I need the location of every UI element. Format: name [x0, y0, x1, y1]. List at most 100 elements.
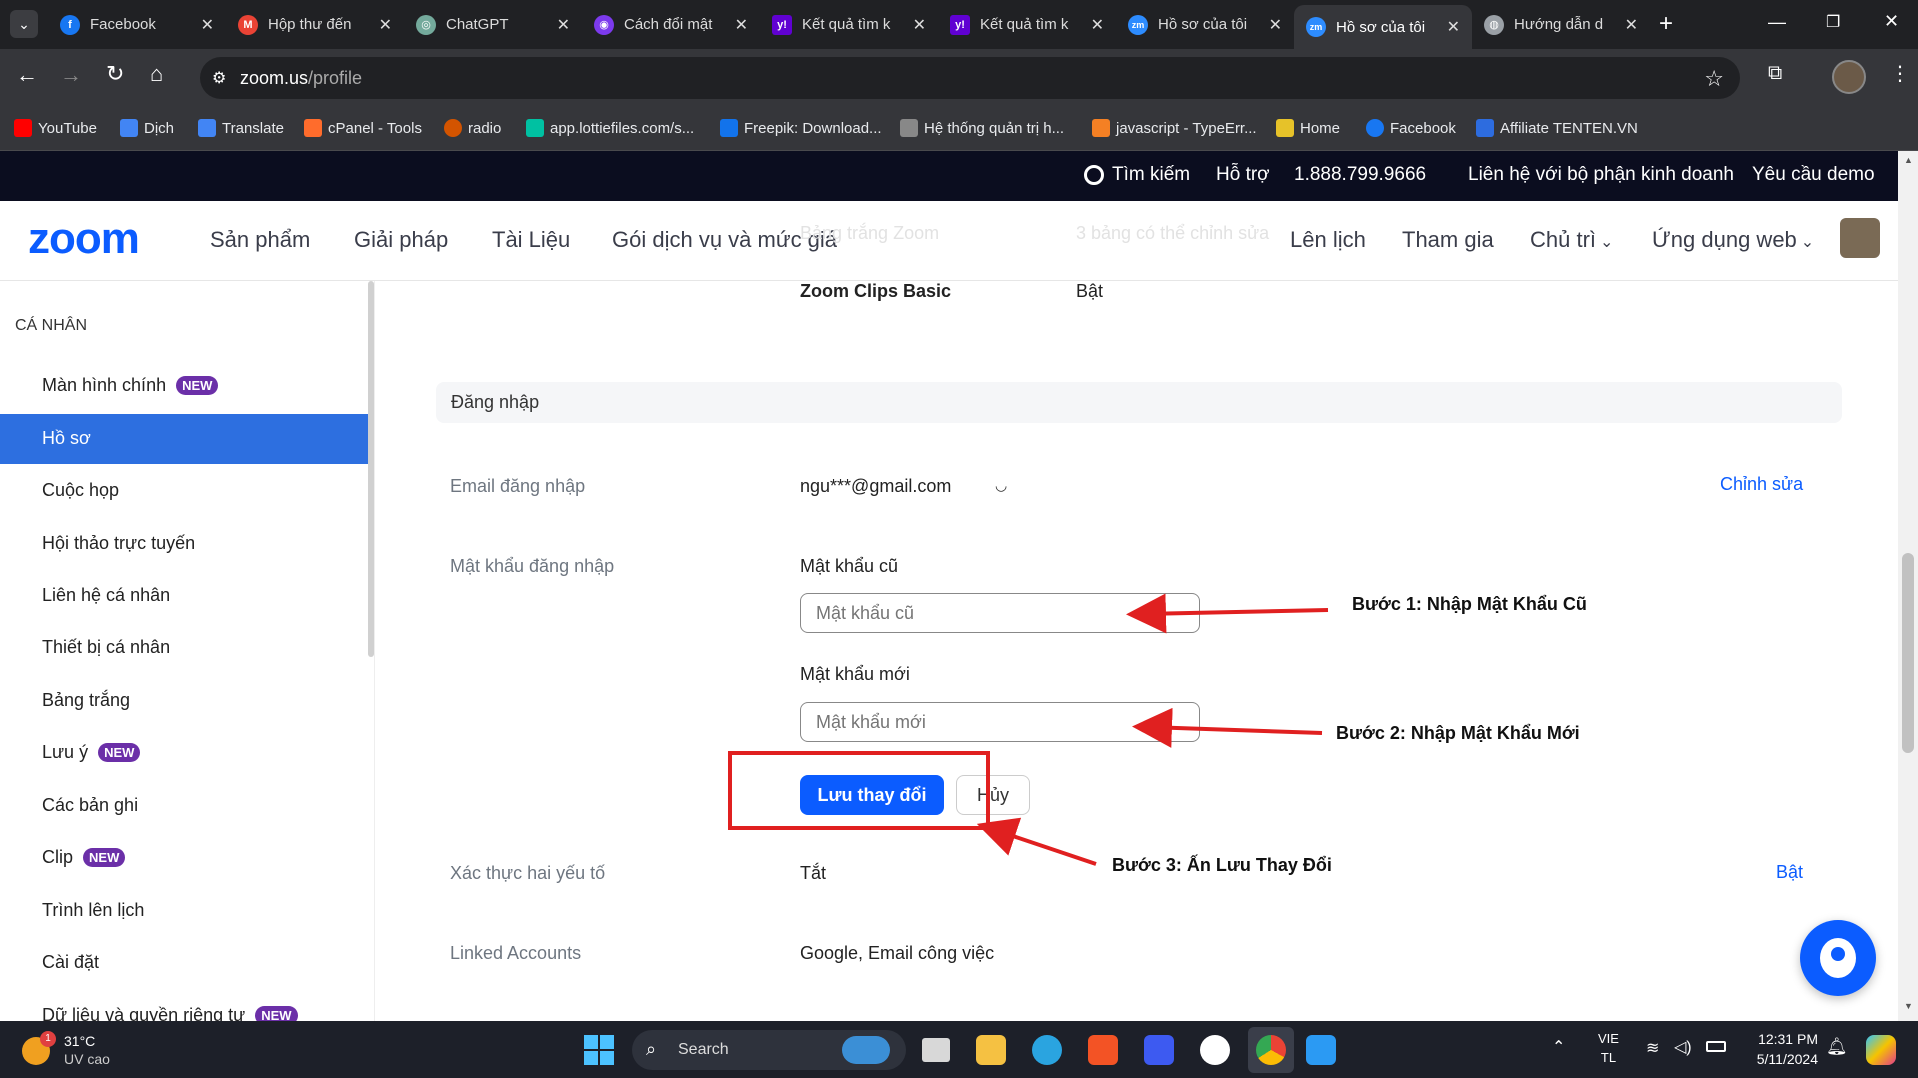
site-info-icon[interactable]: ⚙ [212, 68, 226, 88]
browser-tab[interactable]: M Hộp thư đến ✕ [226, 6, 404, 43]
wifi-icon[interactable]: ≋ [1646, 1038, 1659, 1058]
tab-close-icon[interactable]: ✕ [1447, 17, 1460, 37]
address-bar[interactable]: ⚙ zoom.us/profile ☆ [200, 57, 1740, 99]
edit-email-link[interactable]: Chỉnh sửa [1720, 474, 1803, 495]
eye-hidden-icon[interactable]: ◡ [995, 477, 1007, 494]
home-icon[interactable]: ⌂ [150, 61, 163, 87]
bookmark-item[interactable]: Home [1276, 119, 1340, 137]
bookmark-item[interactable]: radio [444, 119, 501, 137]
chat-support-button[interactable] [1800, 920, 1876, 996]
top-search-link[interactable]: Tìm kiếm [1084, 164, 1190, 186]
bookmark-star-icon[interactable]: ☆ [1704, 66, 1724, 92]
page-scrollbar[interactable]: ▲ ▼ [1898, 151, 1918, 1021]
sidebar-item-home[interactable]: Màn hình chính NEW [42, 375, 219, 396]
tab-close-icon[interactable]: ✕ [1091, 15, 1104, 35]
copilot-icon[interactable] [1866, 1035, 1896, 1065]
taskbar-search[interactable]: ⌕ Search [632, 1030, 906, 1070]
new-tab-button[interactable]: + [1652, 10, 1680, 38]
close-window-icon[interactable]: ✕ [1884, 11, 1899, 32]
android-studio-icon[interactable] [1200, 1035, 1230, 1065]
cancel-button[interactable]: Hủy [956, 775, 1030, 815]
browser-tab[interactable]: y! Kết quả tìm k ✕ [760, 6, 938, 43]
edge-icon[interactable] [1032, 1035, 1062, 1065]
browser-tab-active[interactable]: zm Hồ sơ của tôi ✕ [1294, 5, 1472, 49]
nav-solutions[interactable]: Giải pháp [354, 227, 448, 253]
sidebar-scrollbar[interactable] [368, 281, 374, 657]
contact-sales-link[interactable]: Liên hệ với bộ phận kinh doanh [1468, 164, 1734, 186]
sidebar-item-whiteboard[interactable]: Bảng trắng [42, 690, 130, 711]
tab-close-icon[interactable]: ✕ [379, 15, 392, 35]
phone-link[interactable]: 1.888.799.9666 [1294, 164, 1426, 186]
microsoft-store-icon[interactable] [1088, 1035, 1118, 1065]
chrome-icon-active[interactable] [1248, 1027, 1294, 1073]
bookmark-item[interactable]: Affiliate TENTEN.VN [1476, 119, 1638, 137]
file-explorer-icon[interactable] [976, 1035, 1006, 1065]
bookmark-item[interactable]: cPanel - Tools [304, 119, 422, 137]
browser-tab[interactable]: ◉ Cách đổi mật ✕ [582, 6, 760, 43]
nav-host[interactable]: Chủ trì ⌄ [1530, 227, 1613, 253]
volume-icon[interactable]: ◁) [1674, 1037, 1692, 1057]
show-hidden-icons[interactable]: ⌃ [1552, 1037, 1565, 1057]
task-view-icon[interactable] [922, 1038, 950, 1062]
old-password-input[interactable] [800, 593, 1200, 633]
zoom-logo[interactable]: zoom [28, 214, 140, 264]
sidebar-item-meetings[interactable]: Cuộc họp [42, 480, 119, 501]
bookmark-item[interactable]: YouTube [14, 119, 97, 137]
sidebar-item-clips[interactable]: Clip NEW [42, 847, 126, 868]
nav-schedule[interactable]: Lên lịch [1290, 227, 1366, 253]
browser-tab[interactable]: ◎ ChatGPT ✕ [404, 6, 582, 43]
start-button[interactable] [584, 1035, 614, 1065]
sidebar-item-recordings[interactable]: Các bản ghi [42, 795, 138, 816]
tab-close-icon[interactable]: ✕ [557, 15, 570, 35]
tab-close-icon[interactable]: ✕ [201, 15, 214, 35]
clock[interactable]: 12:31 PM 5/11/2024 [1746, 1029, 1818, 1069]
code-editor-icon[interactable] [1144, 1035, 1174, 1065]
menu-icon[interactable]: ⋮ [1890, 61, 1910, 86]
sidebar-item-scheduler[interactable]: Trình lên lịch [42, 900, 144, 921]
tab-close-icon[interactable]: ✕ [1625, 15, 1638, 35]
request-demo-link[interactable]: Yêu cầu demo [1752, 164, 1875, 186]
restore-icon[interactable]: ❐ [1826, 12, 1840, 32]
battery-icon[interactable] [1706, 1041, 1726, 1052]
weather-widget[interactable]: 1 31°C UV cao [22, 1031, 152, 1071]
nav-products[interactable]: Sản phẩm [210, 227, 310, 253]
scroll-down-icon[interactable]: ▼ [1904, 1001, 1913, 1011]
sidebar-item-webinars[interactable]: Hội thảo trực tuyến [42, 533, 195, 554]
tab-close-icon[interactable]: ✕ [913, 15, 926, 35]
scroll-up-icon[interactable]: ▲ [1904, 155, 1913, 165]
user-avatar[interactable] [1840, 218, 1880, 258]
bookmark-item[interactable]: Hệ thống quản trị h... [900, 119, 1064, 137]
save-changes-button[interactable]: Lưu thay đổi [800, 775, 944, 815]
tab-search-button[interactable]: ⌄ [10, 10, 38, 38]
browser-tab[interactable]: ◍ Hướng dẫn d ✕ [1472, 6, 1650, 43]
bookmark-item[interactable]: app.lottiefiles.com/s... [526, 119, 694, 137]
sidebar-item-profile[interactable]: Hồ sơ [0, 414, 368, 464]
forward-icon[interactable]: → [60, 62, 82, 88]
browser-tab[interactable]: y! Kết quả tìm k ✕ [938, 6, 1116, 43]
sidebar-item-devices[interactable]: Thiết bị cá nhân [42, 637, 170, 658]
support-link[interactable]: Hỗ trợ [1216, 164, 1270, 186]
notification-bell-icon[interactable]: 🔔︎ [1826, 1037, 1848, 1057]
nav-join[interactable]: Tham gia [1402, 227, 1494, 253]
sidebar-item-notes[interactable]: Lưu ý NEW [42, 742, 141, 763]
browser-tab[interactable]: f Facebook ✕ [48, 6, 226, 43]
browser-tab[interactable]: zm Hồ sơ của tôi ✕ [1116, 6, 1294, 43]
language-indicator[interactable]: VIE TL [1598, 1029, 1619, 1067]
scrollbar-thumb[interactable] [1902, 553, 1914, 753]
minimize-icon[interactable]: — [1768, 12, 1786, 33]
reload-icon[interactable]: ↻ [106, 61, 124, 87]
vscode-icon[interactable] [1306, 1035, 1336, 1065]
profile-avatar[interactable] [1832, 60, 1866, 94]
sidebar-item-privacy[interactable]: Dữ liệu và quyền riêng tư NEW [42, 1005, 298, 1021]
tab-close-icon[interactable]: ✕ [1269, 15, 1282, 35]
bookmark-item[interactable]: Translate [198, 119, 284, 137]
new-password-input[interactable] [800, 702, 1200, 742]
back-icon[interactable]: ← [16, 62, 38, 88]
bookmark-item[interactable]: Dịch [120, 119, 174, 137]
sidebar-item-contacts[interactable]: Liên hệ cá nhân [42, 585, 170, 606]
tab-close-icon[interactable]: ✕ [735, 15, 748, 35]
enable-two-factor-link[interactable]: Bật [1776, 862, 1803, 883]
sidebar-item-settings[interactable]: Cài đặt [42, 952, 99, 973]
bookmark-item[interactable]: Freepik: Download... [720, 119, 882, 137]
bookmark-item[interactable]: javascript - TypeErr... [1092, 119, 1257, 137]
